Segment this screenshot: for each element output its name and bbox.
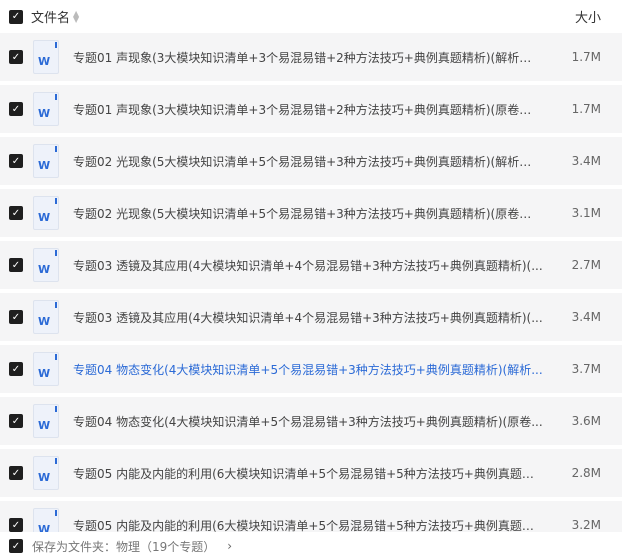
word-letter: W bbox=[38, 55, 51, 68]
file-row[interactable]: ✓ W 专题02 光现象(5大模块知识清单+5个易混易错+3种方法技巧+典例真题… bbox=[0, 137, 622, 185]
file-checkbox[interactable]: ✓ bbox=[9, 50, 23, 64]
file-list: ✓ W 专题01 声现象(3大模块知识清单+3个易混易错+2种方法技巧+典例真题… bbox=[0, 33, 622, 532]
file-size: 3.4M bbox=[571, 154, 601, 168]
word-doc-icon: W bbox=[33, 40, 59, 74]
file-checkbox[interactable]: ✓ bbox=[9, 206, 23, 220]
word-doc-icon: W bbox=[33, 248, 59, 282]
word-letter: W bbox=[38, 263, 51, 276]
file-name[interactable]: 专题02 光现象(5大模块知识清单+5个易混易错+3种方法技巧+典例真题精析)(… bbox=[73, 153, 543, 170]
file-checkbox[interactable]: ✓ bbox=[9, 518, 23, 532]
file-size: 3.4M bbox=[571, 310, 601, 324]
file-checkbox[interactable]: ✓ bbox=[9, 258, 23, 272]
file-checkbox[interactable]: ✓ bbox=[9, 362, 23, 376]
list-header: ✓ 文件名 ▲ ▼ 大小 bbox=[0, 0, 622, 33]
file-name[interactable]: 专题05 内能及内能的利用(6大模块知识清单+5个易混易错+5种方法技巧+典例真… bbox=[73, 517, 543, 533]
file-row[interactable]: ✓ W 专题05 内能及内能的利用(6大模块知识清单+5个易混易错+5种方法技巧… bbox=[0, 449, 622, 497]
save-folder-label: 保存为文件夹：物理（19个专题） bbox=[32, 539, 216, 554]
word-doc-icon: W bbox=[33, 300, 59, 334]
column-size-header: 大小 bbox=[574, 11, 601, 26]
file-name[interactable]: 专题03 透镜及其应用(4大模块知识清单+4个易混易错+3种方法技巧+典例真题精… bbox=[73, 309, 543, 326]
file-row[interactable]: ✓ W 专题04 物态变化(4大模块知识清单+5个易混易错+3种方法技巧+典例真… bbox=[0, 345, 622, 393]
word-letter: W bbox=[38, 315, 51, 328]
word-letter: W bbox=[38, 471, 51, 484]
file-row[interactable]: ✓ W 专题03 透镜及其应用(4大模块知识清单+4个易混易错+3种方法技巧+典… bbox=[0, 241, 622, 289]
file-size: 3.1M bbox=[571, 206, 601, 220]
file-name[interactable]: 专题01 声现象(3大模块知识清单+3个易混易错+2种方法技巧+典例真题精析)(… bbox=[73, 101, 543, 118]
file-row[interactable]: ✓ W 专题05 内能及内能的利用(6大模块知识清单+5个易混易错+5种方法技巧… bbox=[0, 501, 622, 532]
file-size: 2.7M bbox=[571, 258, 601, 272]
save-as-folder[interactable]: ✓ 保存为文件夹：物理（19个专题） › bbox=[0, 532, 622, 560]
file-size: 1.7M bbox=[571, 50, 601, 64]
file-checkbox[interactable]: ✓ bbox=[9, 154, 23, 168]
file-name[interactable]: 专题04 物态变化(4大模块知识清单+5个易混易错+3种方法技巧+典例真题精析)… bbox=[73, 413, 543, 430]
word-letter: W bbox=[38, 211, 51, 224]
file-checkbox[interactable]: ✓ bbox=[9, 310, 23, 324]
word-doc-icon: W bbox=[33, 196, 59, 230]
file-checkbox[interactable]: ✓ bbox=[9, 414, 23, 428]
word-letter: W bbox=[38, 419, 51, 432]
column-name-header[interactable]: 文件名 bbox=[31, 7, 70, 26]
file-row[interactable]: ✓ W 专题02 光现象(5大模块知识清单+5个易混易错+3种方法技巧+典例真题… bbox=[0, 189, 622, 237]
word-doc-icon: W bbox=[33, 508, 59, 532]
select-all-checkbox[interactable]: ✓ bbox=[9, 9, 23, 24]
word-letter: W bbox=[38, 107, 51, 120]
sort-icon[interactable]: ▲ ▼ bbox=[73, 9, 79, 23]
word-doc-icon: W bbox=[33, 92, 59, 126]
file-row[interactable]: ✓ W 专题03 透镜及其应用(4大模块知识清单+4个易混易错+3种方法技巧+典… bbox=[0, 293, 622, 341]
file-checkbox[interactable]: ✓ bbox=[9, 466, 23, 480]
file-size: 3.7M bbox=[571, 362, 601, 376]
file-name[interactable]: 专题02 光现象(5大模块知识清单+5个易混易错+3种方法技巧+典例真题精析)(… bbox=[73, 205, 543, 222]
file-row[interactable]: ✓ W 专题04 物态变化(4大模块知识清单+5个易混易错+3种方法技巧+典例真… bbox=[0, 397, 622, 445]
file-name[interactable]: 专题05 内能及内能的利用(6大模块知识清单+5个易混易错+5种方法技巧+典例真… bbox=[73, 465, 543, 482]
file-size: 2.8M bbox=[571, 466, 601, 480]
file-name[interactable]: 专题04 物态变化(4大模块知识清单+5个易混易错+3种方法技巧+典例真题精析)… bbox=[73, 361, 543, 378]
word-doc-icon: W bbox=[33, 404, 59, 438]
word-doc-icon: W bbox=[33, 352, 59, 386]
word-doc-icon: W bbox=[33, 456, 59, 490]
file-size: 3.6M bbox=[571, 414, 601, 428]
file-size: 3.2M bbox=[571, 518, 601, 532]
word-letter: W bbox=[38, 523, 51, 532]
word-letter: W bbox=[38, 159, 51, 172]
word-doc-icon: W bbox=[33, 144, 59, 178]
file-checkbox[interactable]: ✓ bbox=[9, 102, 23, 116]
word-letter: W bbox=[38, 367, 51, 380]
file-name[interactable]: 专题01 声现象(3大模块知识清单+3个易混易错+2种方法技巧+典例真题精析)(… bbox=[73, 49, 543, 66]
save-folder-checkbox[interactable]: ✓ bbox=[9, 539, 23, 553]
file-row[interactable]: ✓ W 专题01 声现象(3大模块知识清单+3个易混易错+2种方法技巧+典例真题… bbox=[0, 33, 622, 81]
file-row[interactable]: ✓ W 专题01 声现象(3大模块知识清单+3个易混易错+2种方法技巧+典例真题… bbox=[0, 85, 622, 133]
chevron-right-icon[interactable]: › bbox=[227, 539, 232, 553]
file-size: 1.7M bbox=[571, 102, 601, 116]
file-name[interactable]: 专题03 透镜及其应用(4大模块知识清单+4个易混易错+3种方法技巧+典例真题精… bbox=[73, 257, 543, 274]
